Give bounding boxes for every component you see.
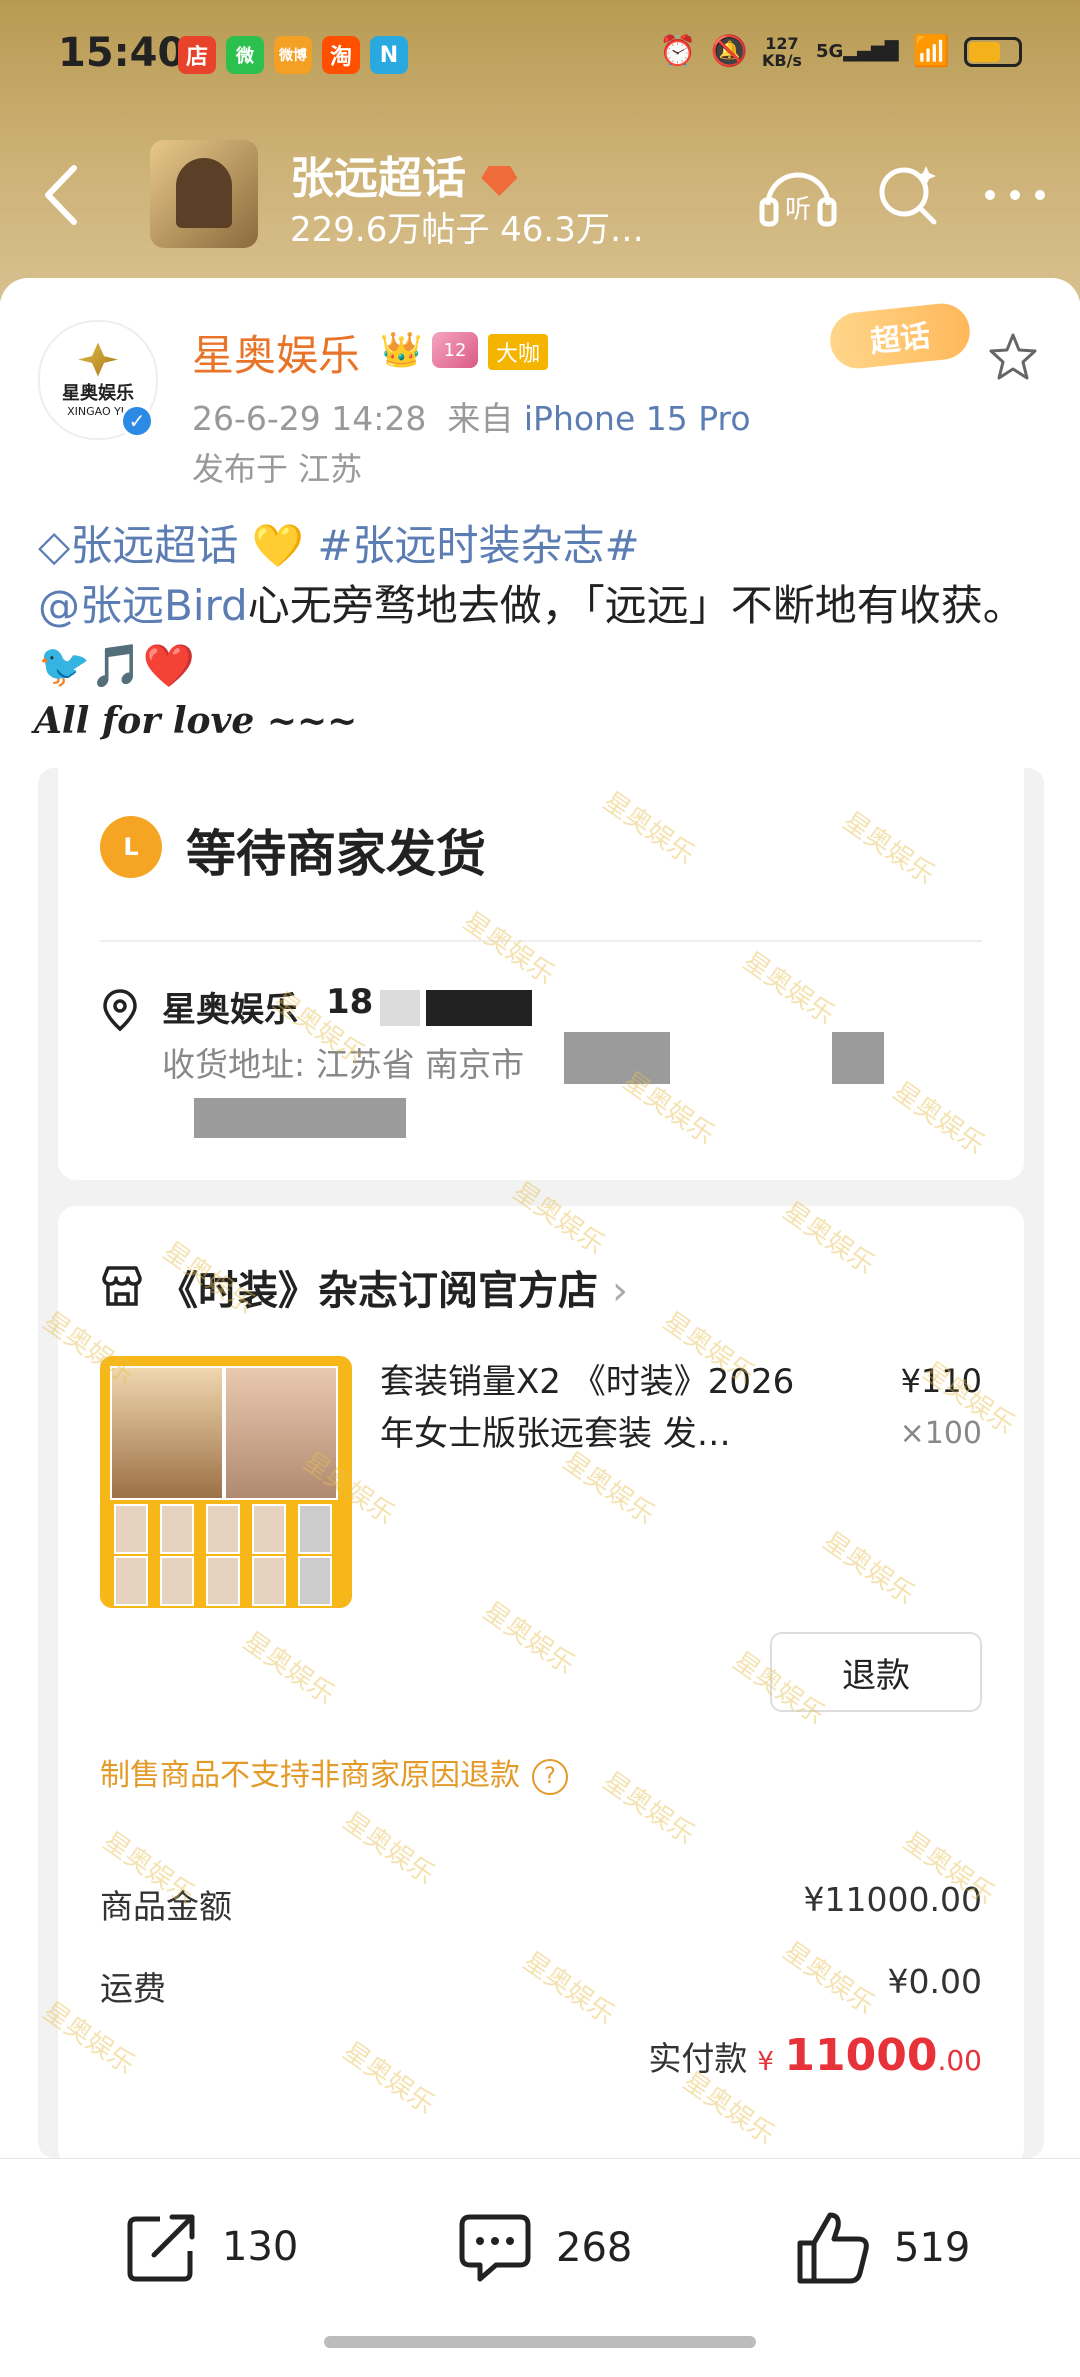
post-card: 星奥娱乐 XINGAO YU ✓ 星奥娱乐 👑 12 大咖 26-6-29 14…: [0, 278, 1080, 2158]
topic-stats: 229.6万帖子 46.3万…: [290, 210, 644, 250]
chevron-right-icon: ›: [611, 1268, 628, 1314]
help-icon[interactable]: ?: [532, 1758, 568, 1795]
cellular-icon: 5G▂▄▆█: [815, 41, 899, 62]
order-detail-panel: 《时装》杂志订阅官方店 › 套装销量X2 《时装》2026年女士版张远套装 发……: [58, 1206, 1024, 2158]
device-source-link[interactable]: iPhone 15 Pro: [524, 399, 751, 438]
yellow-heart-icon: 💛: [251, 521, 304, 570]
post-text: 心无旁骛地去做，「远远」不断地有收获。: [247, 581, 1025, 630]
topic-cover-image[interactable]: [150, 140, 258, 248]
shop-app-icon: 店: [178, 36, 216, 74]
recipient-name: 星奥娱乐: [162, 990, 298, 1030]
post-location: 发布于 江苏: [192, 450, 363, 488]
goods-amount-label: 商品金额: [100, 1887, 232, 1926]
system-indicators: ⏰ 🔕 127 KB/s 5G▂▄▆█ 📶: [659, 34, 1022, 69]
product-thumbnail[interactable]: [100, 1356, 352, 1608]
redaction-blur: [832, 1032, 884, 1084]
notification-icons: 店 微 微博 淘 N: [178, 36, 408, 74]
product-quantity: ×100: [899, 1416, 982, 1451]
order-status-panel: L 等待商家发货 星奥娱乐 18 收货地址: 江苏省 南京市: [58, 768, 1024, 1180]
verified-icon: ✓: [120, 404, 154, 438]
love-caption: All for love ~~~: [34, 700, 358, 742]
order-status: 等待商家发货: [186, 825, 486, 883]
comment-icon: [459, 2214, 531, 2282]
diamond-icon: ◇: [38, 521, 71, 570]
nav-actions: 听: [758, 160, 1050, 230]
hashtag-link[interactable]: #张远时装杂志#: [317, 521, 639, 570]
avatar-text: 星奥娱乐: [62, 382, 134, 404]
refund-button[interactable]: 退款: [770, 1632, 982, 1712]
wechat-icon: 微: [226, 36, 264, 74]
weibo-icon: 微博: [274, 36, 312, 74]
crown-icon: 👑: [380, 330, 423, 370]
product-title[interactable]: 套装销量X2 《时装》2026年女士版张远套装 发…: [380, 1356, 810, 1460]
divider: [100, 940, 982, 942]
favorite-star-icon[interactable]: [988, 332, 1038, 382]
redaction-blur: [194, 1098, 406, 1138]
paid-amount: 实付款 ¥ 11000.00: [648, 2030, 982, 2081]
share-count: 130: [222, 2224, 299, 2270]
status-indicator-icon: L: [100, 816, 162, 878]
chaohua-badge[interactable]: 超话: [827, 300, 973, 372]
back-arrow-icon[interactable]: [38, 160, 88, 230]
alarm-icon: ⏰: [659, 34, 697, 69]
redaction-block: [426, 990, 532, 1026]
product-price: ¥110: [900, 1362, 982, 1400]
net-speed: 127 KB/s: [761, 33, 802, 70]
search-icon[interactable]: [874, 160, 944, 230]
redaction-blur: [380, 990, 420, 1026]
shipping-address: 收货地址: 江苏省 南京市: [162, 1045, 525, 1084]
topic-title[interactable]: 张远超话: [290, 142, 518, 206]
taobao-icon: 淘: [322, 36, 360, 74]
order-screenshot[interactable]: L 等待商家发货 星奥娱乐 18 收货地址: 江苏省 南京市 《时装》杂志订阅官…: [38, 768, 1044, 2158]
brand-logo-icon: [78, 342, 118, 377]
comment-button[interactable]: 268: [456, 2209, 632, 2287]
post-body: ◇张远超话 💛 #张远时装杂志# @张远Bird心无旁骛地去做，「远远」不断地有…: [38, 516, 1048, 696]
shipping-fee-label: 运费: [100, 1969, 166, 2008]
topic-link[interactable]: ◇张远超话: [38, 521, 238, 570]
store-name[interactable]: 《时装》杂志订阅官方店 ›: [158, 1258, 628, 1316]
like-button[interactable]: 519: [794, 2209, 970, 2287]
redaction-blur: [564, 1032, 670, 1084]
status-bar: 15:40 店 微 微博 淘 N ⏰ 🔕 127 KB/s 5G▂▄▆█ 📶: [0, 0, 1080, 110]
listen-icon[interactable]: 听: [758, 160, 838, 230]
svg-text:听: 听: [785, 195, 811, 225]
store-icon: [102, 1266, 142, 1306]
vip-level-badge: 12: [432, 332, 478, 368]
comment-count: 268: [556, 2225, 633, 2271]
topic-navbar: 张远超话 229.6万帖子 46.3万… 听: [0, 130, 1080, 260]
more-icon[interactable]: [980, 185, 1050, 205]
refund-notice: 制售商品不支持非商家原因退款?: [100, 1750, 568, 1795]
goods-amount: ¥11000.00: [803, 1880, 982, 1919]
like-count: 519: [894, 2225, 971, 2271]
shipping-fee: ¥0.00: [887, 1962, 982, 2001]
author-name[interactable]: 星奥娱乐: [192, 322, 360, 383]
header-background: 15:40 店 微 微博 淘 N ⏰ 🔕 127 KB/s 5G▂▄▆█ 📶 张远…: [0, 0, 1080, 300]
recipient-phone: 18: [326, 982, 374, 1022]
mention-link[interactable]: @张远Bird: [38, 581, 248, 630]
thumbs-up-icon: [797, 2212, 869, 2284]
topic-level-icon: [481, 166, 518, 196]
post-emojis: 🐦🎵❤️: [38, 641, 195, 690]
share-icon: [127, 2214, 195, 2282]
share-button[interactable]: 130: [124, 2209, 298, 2285]
post-meta: 26-6-29 14:28 来自 iPhone 15 Pro: [192, 399, 751, 438]
battery-icon: [964, 36, 1022, 67]
wifi-icon: 📶: [912, 34, 950, 69]
author-badge: 大咖: [488, 334, 549, 370]
mute-icon: 🔕: [710, 34, 748, 69]
nfc-icon: N: [370, 36, 408, 74]
status-time: 15:40: [58, 30, 186, 76]
home-indicator[interactable]: [324, 2336, 756, 2348]
location-pin-icon: [103, 989, 137, 1032]
